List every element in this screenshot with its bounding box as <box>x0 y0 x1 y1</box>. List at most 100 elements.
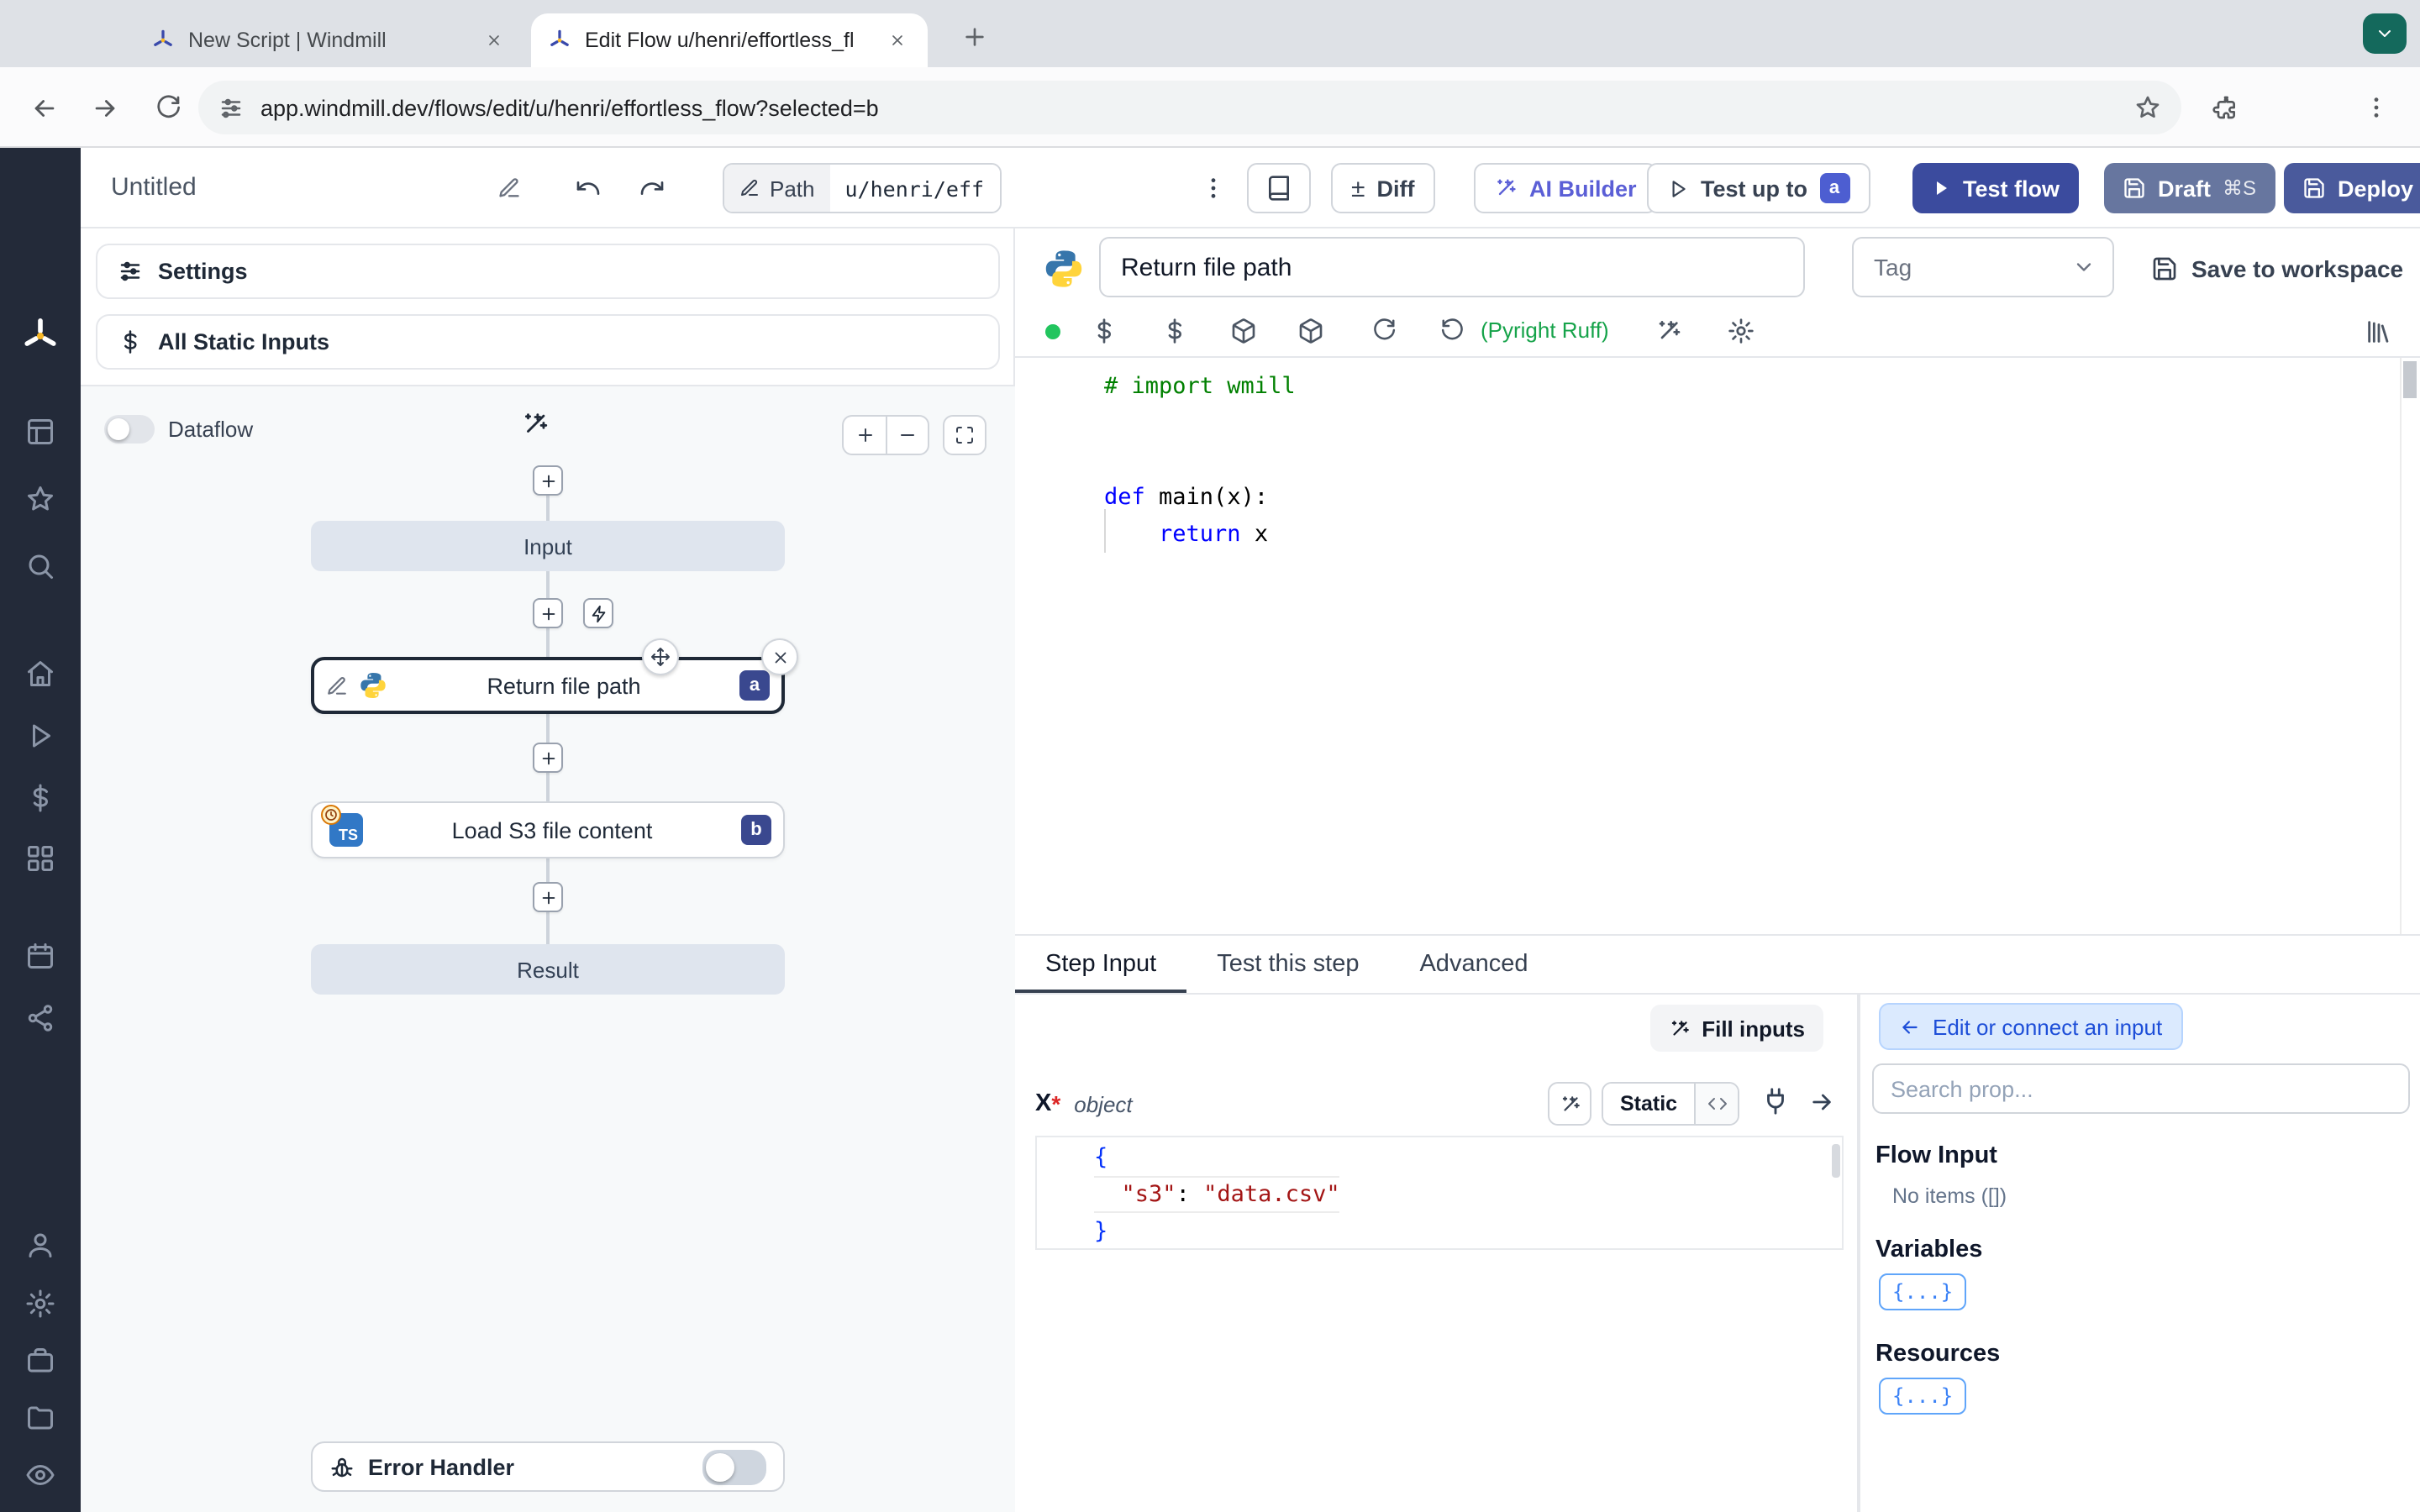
browser-menu-icon[interactable] <box>2356 87 2396 128</box>
test-flow-button[interactable]: Test flow <box>1912 163 2079 213</box>
docs-button[interactable] <box>1247 163 1311 213</box>
tab-search-button[interactable] <box>2363 13 2407 54</box>
code-editor[interactable]: # import wmill def main(x): return x <box>1015 356 2420 934</box>
account-icon[interactable] <box>24 1228 57 1262</box>
more-options-icon[interactable] <box>1190 165 1237 212</box>
windmill-logo[interactable] <box>20 316 60 356</box>
forward-button[interactable] <box>84 87 124 128</box>
folders-icon[interactable] <box>24 1401 57 1435</box>
library-icon[interactable] <box>2365 318 2393 346</box>
path-button[interactable]: Path u/henri/eff <box>723 163 1002 213</box>
zoom-in-button[interactable] <box>842 415 886 455</box>
tab-close-icon[interactable] <box>481 27 508 54</box>
edit-connect-input-button[interactable]: Edit or connect an input <box>1879 1003 2183 1050</box>
tab-step-input[interactable]: Step Input <box>1015 936 1186 993</box>
flow-name[interactable]: Untitled <box>111 148 197 227</box>
draft-button[interactable]: Draft ⌘S <box>2104 163 2275 213</box>
flow-ai-wand-icon[interactable] <box>521 410 550 438</box>
resources-braces-button[interactable]: {...} <box>1879 1378 1967 1415</box>
deploy-button[interactable]: Deploy <box>2284 163 2420 213</box>
browser-tab-edit-flow[interactable]: Edit Flow u/henri/effortless_fl <box>531 13 928 67</box>
fit-view-button[interactable] <box>943 415 986 455</box>
ai-wand-icon[interactable] <box>1655 318 1682 344</box>
editor-settings-icon[interactable] <box>1728 318 1754 344</box>
resources-icon[interactable] <box>24 842 57 875</box>
settings-button[interactable]: Settings <box>96 244 1000 299</box>
editor-scrollbar[interactable] <box>2400 358 2420 934</box>
site-settings-icon[interactable] <box>218 95 244 120</box>
add-resource-icon[interactable] <box>1161 318 1188 344</box>
scrollbar-thumb[interactable] <box>2403 361 2417 398</box>
node-load-s3-file[interactable]: TS Load S3 file content b <box>311 801 785 858</box>
add-step-button-2[interactable] <box>533 743 563 773</box>
node-result[interactable]: Result <box>311 944 785 995</box>
reset-icon[interactable] <box>1440 318 1465 343</box>
ai-fill-button[interactable] <box>1548 1082 1591 1126</box>
apps-icon[interactable] <box>24 415 57 449</box>
error-handler-toggle[interactable] <box>702 1449 766 1484</box>
insert-arrow-icon[interactable] <box>1808 1089 1835 1116</box>
dataflow-toggle[interactable] <box>104 415 155 444</box>
connect-plug-icon[interactable] <box>1761 1087 1790 1116</box>
triggers-icon[interactable] <box>24 1001 57 1035</box>
diff-button[interactable]: ± Diff <box>1331 163 1435 213</box>
static-inputs-button[interactable]: All Static Inputs <box>96 314 1000 370</box>
status-dot <box>1045 324 1060 339</box>
tab-advanced[interactable]: Advanced <box>1389 936 1558 993</box>
add-step-button-top[interactable] <box>533 465 563 496</box>
step-name-input[interactable] <box>1099 237 1805 297</box>
bookmark-star-icon[interactable] <box>2134 94 2161 121</box>
lint-status[interactable]: (Pyright Ruff) <box>1481 318 1609 343</box>
json-scrollbar-thumb[interactable] <box>1832 1144 1840 1178</box>
json-content[interactable]: { "s3": "data.csv"} <box>1037 1139 1340 1250</box>
ai-builder-button[interactable]: AI Builder <box>1474 163 1657 213</box>
workers-icon[interactable] <box>24 1344 57 1378</box>
redo-button[interactable] <box>629 165 676 212</box>
add-trigger-bolt-button[interactable] <box>583 598 613 628</box>
variables-braces-button[interactable]: {...} <box>1879 1273 1967 1310</box>
address-bar[interactable]: app.windmill.dev/flows/edit/u/henri/effo… <box>198 81 2181 134</box>
edit-step-pencil-icon[interactable] <box>326 675 348 696</box>
search-icon[interactable] <box>24 549 57 583</box>
variables-icon[interactable] <box>24 781 57 815</box>
static-inputs-label: All Static Inputs <box>158 329 330 354</box>
reload-button[interactable] <box>148 87 188 128</box>
package-icon-2[interactable] <box>1297 318 1324 344</box>
new-tab-button[interactable] <box>958 20 992 54</box>
save-icon <box>2123 176 2146 200</box>
tab-close-icon[interactable] <box>884 27 911 54</box>
move-step-handle[interactable] <box>642 638 679 675</box>
settings-icon[interactable] <box>24 1287 57 1320</box>
audit-logs-icon[interactable] <box>24 1458 57 1492</box>
static-mode-button[interactable]: Static <box>1603 1084 1695 1124</box>
add-step-button-3[interactable] <box>533 882 563 912</box>
undo-button[interactable] <box>565 165 612 212</box>
delete-step-button[interactable] <box>761 638 798 675</box>
error-handler-row[interactable]: Error Handler <box>311 1441 785 1492</box>
home-icon[interactable] <box>24 657 57 690</box>
runs-icon[interactable] <box>24 719 57 753</box>
tag-select[interactable]: Tag <box>1852 237 2114 297</box>
package-icon[interactable] <box>1230 318 1257 344</box>
search-prop-input[interactable] <box>1872 1063 2410 1114</box>
fill-inputs-button[interactable]: Fill inputs <box>1649 1005 1823 1052</box>
javascript-mode-button[interactable] <box>1694 1084 1739 1124</box>
extensions-icon[interactable] <box>2205 87 2245 128</box>
zoom-out-button[interactable] <box>886 415 929 455</box>
browser-tab-new-script[interactable]: New Script | Windmill <box>134 13 524 67</box>
tab-test-this-step[interactable]: Test this step <box>1186 936 1389 993</box>
add-variable-icon[interactable] <box>1091 318 1118 344</box>
schedules-icon[interactable] <box>24 939 57 973</box>
test-up-to-button[interactable]: Test up to a <box>1647 163 1870 213</box>
node-return-file-path[interactable]: Return file path a <box>311 657 785 714</box>
step-input-section: Fill inputs X * object Static { "s3": "d… <box>1015 995 1859 1512</box>
reload-icon[interactable] <box>1371 318 1397 343</box>
favorites-icon[interactable] <box>24 482 57 516</box>
node-input[interactable]: Input <box>311 521 785 571</box>
code-content[interactable]: # import wmill def main(x): return x <box>1104 368 1296 553</box>
add-step-button-1[interactable] <box>533 598 563 628</box>
save-to-workspace-button[interactable]: Save to workspace <box>2151 249 2403 289</box>
edit-name-icon[interactable] <box>486 165 533 212</box>
json-input-editor[interactable]: { "s3": "data.csv"} <box>1035 1136 1844 1250</box>
back-button[interactable] <box>24 87 64 128</box>
